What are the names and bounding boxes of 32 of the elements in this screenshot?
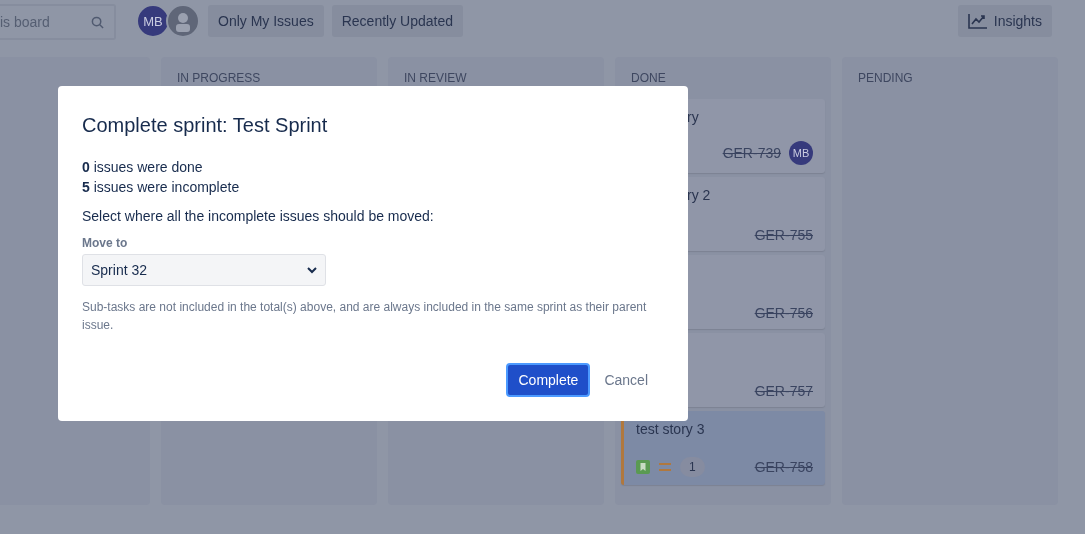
complete-button[interactable]: Complete [506, 363, 591, 397]
move-prompt: Select where all the incomplete issues should be moved: [82, 208, 435, 224]
card-title: ry 2 [686, 187, 712, 203]
filter-button[interactable]: Only My Issues [208, 5, 324, 37]
column-title: DONE [630, 70, 667, 87]
chart-icon [967, 13, 988, 29]
column-title: IN REVIEW [403, 70, 468, 87]
insights-button[interactable]: Insights [957, 5, 1052, 37]
search-icon [91, 15, 104, 29]
priority-icon [658, 462, 672, 472]
assignee-avatar: MB [789, 141, 813, 165]
column-title: PENDING [857, 70, 914, 87]
issue-stat: 5 issues were incomplete [82, 178, 241, 197]
issue-key: GER-757 [754, 383, 813, 399]
filter-button[interactable]: Recently Updated [331, 5, 463, 37]
user-avatar[interactable]: MB [136, 4, 170, 38]
issue-key: GER-755 [754, 227, 813, 243]
issue-key: GER-739 [722, 145, 781, 161]
search-field[interactable]: is board [0, 4, 116, 40]
chevron-down-icon [307, 266, 317, 274]
sprint-select[interactable]: Sprint 32 [82, 254, 326, 286]
issue-card[interactable]: test story 3 1 GER-758 [621, 411, 825, 485]
card-title: test story 3 [636, 421, 706, 437]
estimate-count: 1 [680, 457, 705, 477]
field-label: Move to [82, 236, 129, 250]
issue-stat: 0 issues were done [82, 158, 204, 177]
story-icon [636, 460, 650, 474]
issue-key: GER-758 [754, 459, 813, 475]
card-title: ry [686, 109, 700, 125]
dialog-title: Complete sprint: Test Sprint [82, 114, 329, 137]
issue-key: GER-756 [754, 305, 813, 321]
column-title: IN PROGRESS [176, 70, 262, 87]
